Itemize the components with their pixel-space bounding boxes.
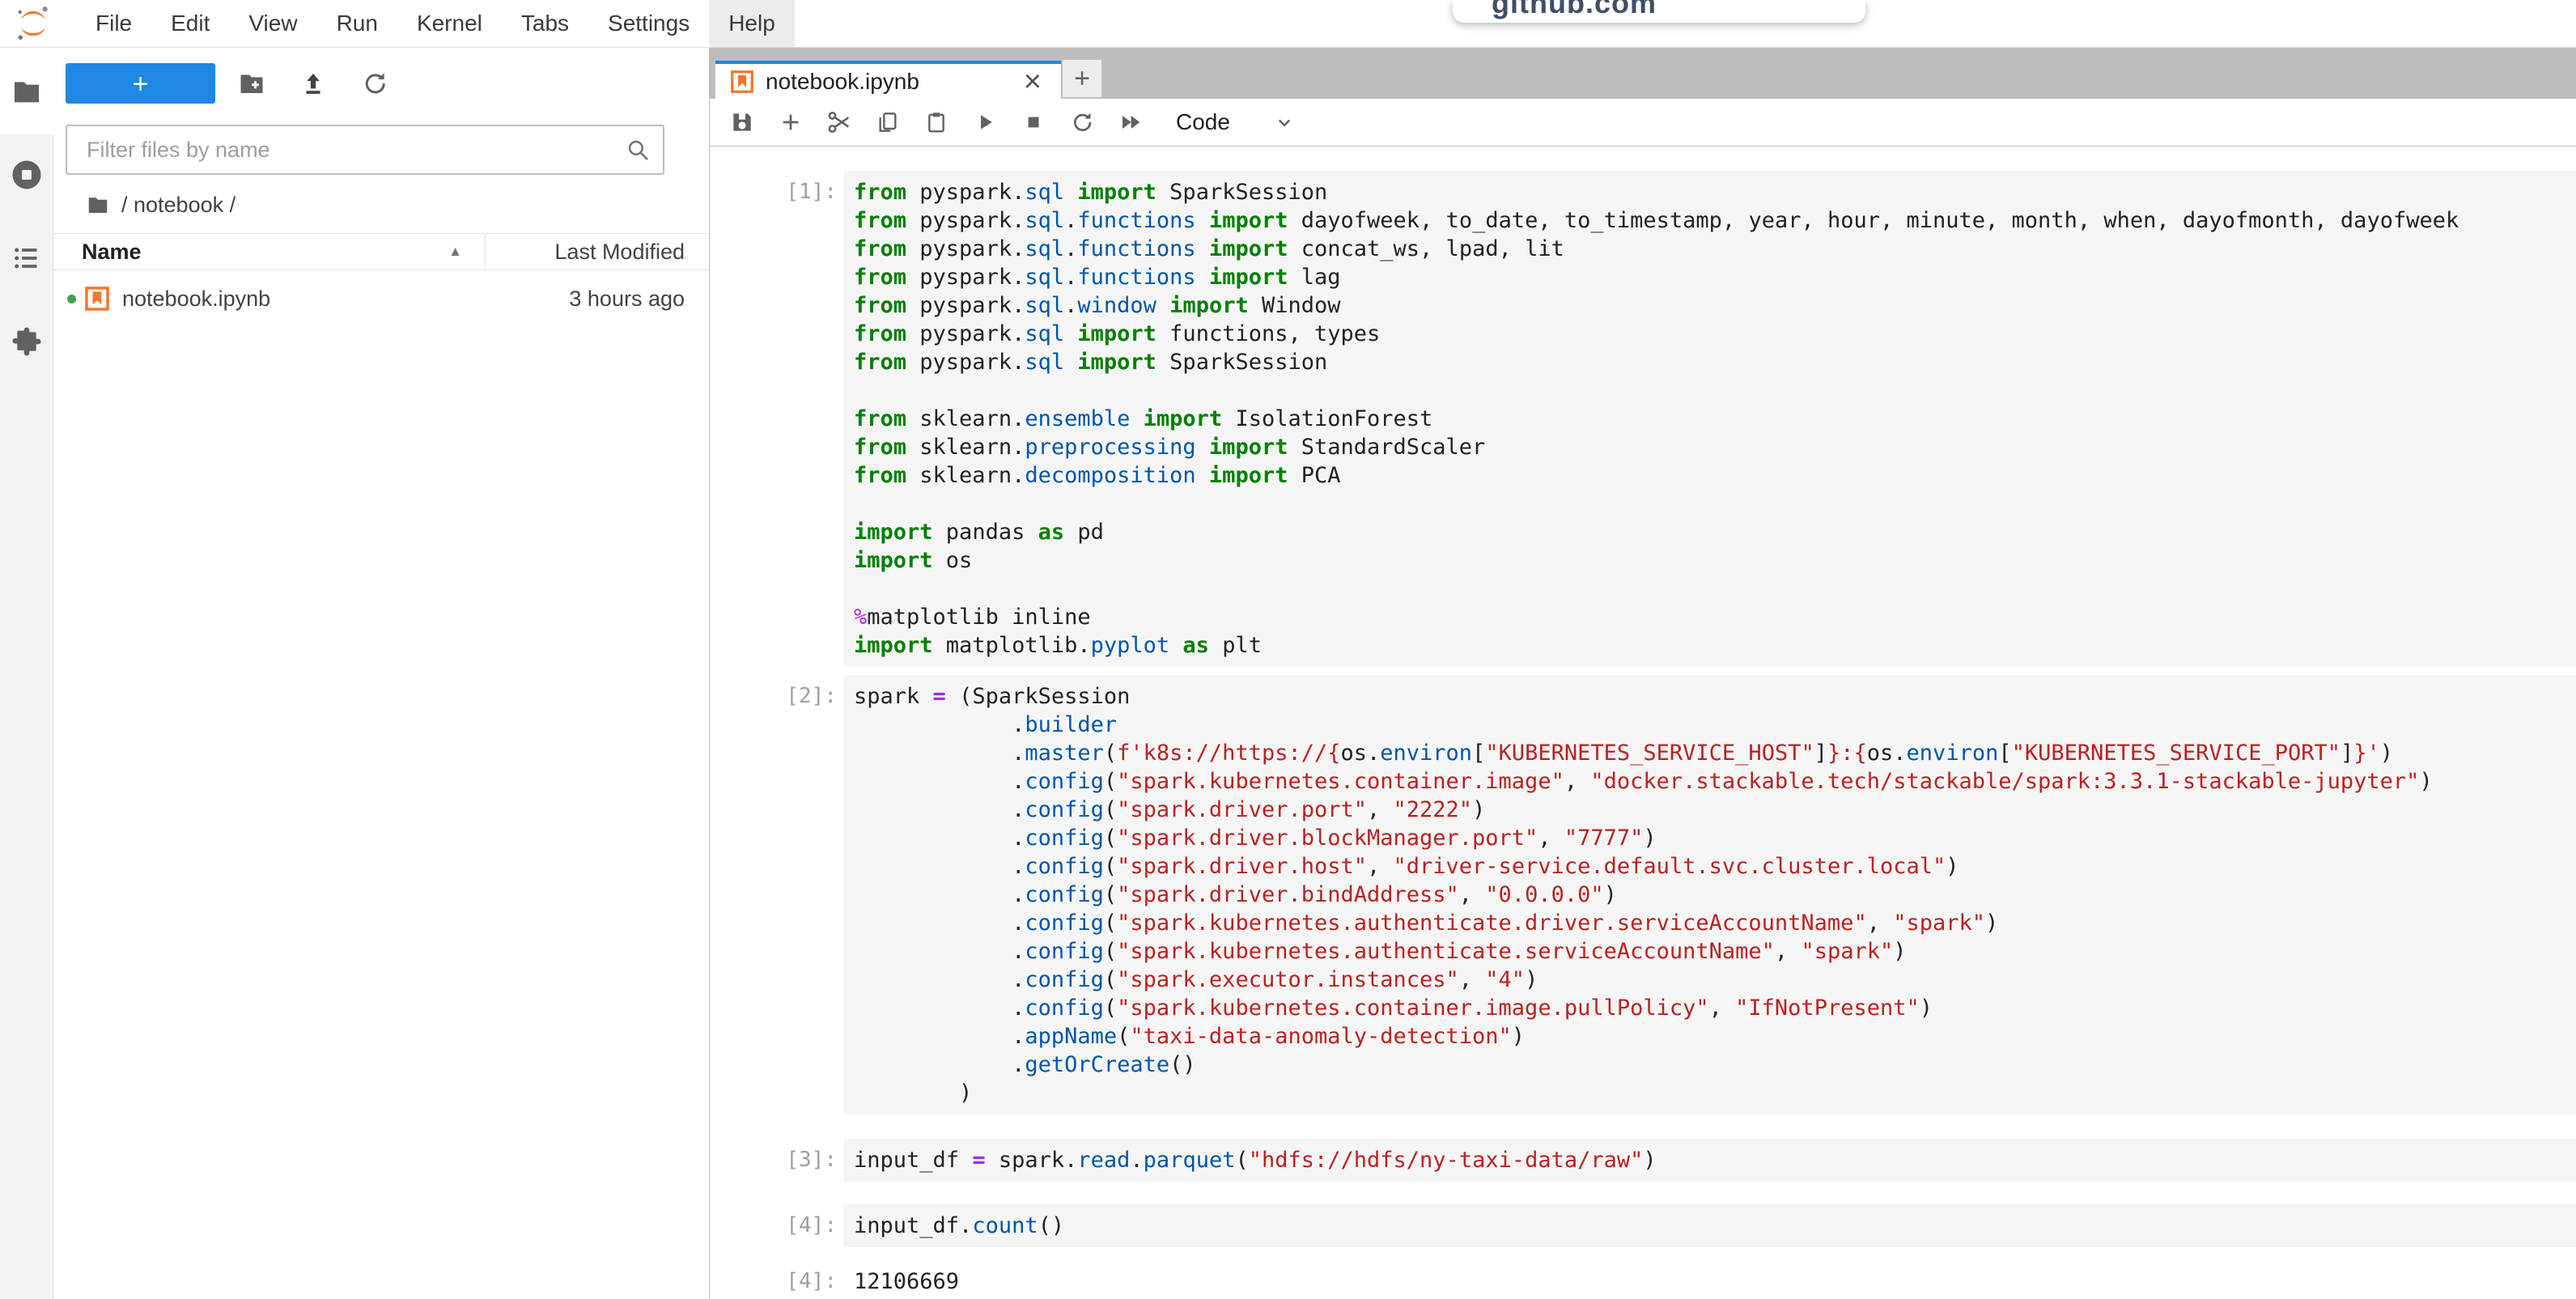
menu-tabs[interactable]: Tabs (502, 0, 588, 47)
paste-button[interactable] (912, 103, 961, 142)
stop-circle-icon (10, 158, 44, 192)
cell-editor[interactable]: input_df = spark.read.parquet("hdfs://hd… (843, 1139, 2576, 1182)
dock-tab-bar: notebook.ipynb × + (710, 48, 2576, 99)
stop-button[interactable] (1009, 103, 1058, 142)
sidebar-tab-toc[interactable] (0, 230, 53, 287)
input-prompt: [4]: (710, 1204, 843, 1240)
column-header-modified[interactable]: Last Modified (486, 240, 685, 265)
code-cell[interactable]: [3]:input_df = spark.read.parquet("hdfs:… (710, 1139, 2576, 1182)
notebook-file-icon (84, 286, 110, 312)
code-cell[interactable]: [2]:spark = (SparkSession .builder .mast… (710, 675, 2576, 1114)
menu-help[interactable]: Help (709, 0, 795, 47)
output-area[interactable]: [4]:12106669 (710, 1260, 2576, 1296)
refresh-icon (360, 69, 389, 98)
sidebar-tab-running[interactable] (0, 146, 53, 203)
list-icon (11, 242, 43, 274)
input-prompt: [2]: (710, 675, 843, 711)
save-button[interactable] (718, 103, 766, 142)
file-browser-panel: + (53, 48, 710, 1299)
upload-icon (299, 70, 327, 97)
restart-icon (1069, 109, 1095, 135)
notebook-content[interactable]: [1]:from pyspark.sql import SparkSession… (710, 146, 2576, 1299)
run-icon (973, 110, 997, 134)
notebook-tab-icon (730, 70, 754, 94)
notebook-toolbar: Code (710, 99, 2576, 146)
breadcrumb[interactable]: / notebook / (86, 191, 709, 219)
file-list-header: Name ▲ Last Modified (53, 233, 709, 270)
file-modified: 3 hours ago (569, 287, 685, 312)
new-launcher-button[interactable]: + (66, 63, 215, 104)
folder-icon (11, 75, 43, 108)
restart-kernel-button[interactable] (1058, 103, 1106, 142)
input-prompt: [3]: (710, 1139, 843, 1174)
upload-button[interactable] (288, 63, 338, 104)
filter-files-input[interactable] (66, 125, 664, 175)
jupyter-logo-icon (15, 0, 52, 47)
paste-icon (923, 109, 949, 135)
output-prompt: [4]: (710, 1260, 843, 1296)
menu-settings[interactable]: Settings (588, 0, 709, 47)
add-cell-button[interactable] (766, 103, 815, 142)
refresh-button[interactable] (350, 63, 400, 104)
puzzle-icon (11, 325, 43, 358)
popup-site-text: github.com (1453, 0, 1865, 20)
input-prompt: [1]: (710, 171, 843, 206)
new-folder-icon (237, 69, 266, 98)
left-sidebar (0, 48, 53, 1299)
close-icon[interactable]: × (1024, 70, 1042, 94)
new-tab-button[interactable]: + (1063, 60, 1101, 97)
file-name: notebook.ipynb (122, 287, 569, 312)
cell-editor[interactable]: input_df.count() (843, 1204, 2576, 1247)
fast-forward-icon (1118, 109, 1144, 135)
file-browser-toolbar: + (66, 62, 709, 104)
column-header-name[interactable]: Name (82, 240, 448, 265)
menu-file[interactable]: File (76, 0, 151, 47)
home-folder-icon[interactable] (86, 193, 110, 217)
menu-view[interactable]: View (229, 0, 316, 47)
browser-popup: github.com (1453, 0, 1865, 23)
sort-ascending-icon[interactable]: ▲ (448, 244, 462, 260)
add-icon (778, 109, 804, 135)
sidebar-tab-extensions[interactable] (0, 313, 53, 370)
plus-icon: + (1074, 63, 1090, 95)
search-icon (624, 136, 651, 163)
cut-icon (825, 108, 853, 136)
file-row[interactable]: notebook.ipynb 3 hours ago (53, 270, 709, 327)
menu-edit[interactable]: Edit (151, 0, 229, 47)
cell-editor[interactable]: spark = (SparkSession .builder .master(f… (843, 675, 2576, 1114)
file-filter (66, 125, 664, 175)
kernel-running-dot (67, 295, 76, 304)
cell-editor[interactable]: from pyspark.sql import SparkSessionfrom… (843, 171, 2576, 667)
output-text[interactable]: 12106669 (843, 1260, 2576, 1296)
code-cell[interactable]: [4]:input_df.count() (710, 1204, 2576, 1247)
copy-icon (875, 109, 901, 135)
menu-bar: File Edit View Run Kernel Tabs Settings … (0, 0, 2576, 48)
cell-type-dropdown[interactable]: Code (1176, 109, 1230, 135)
stop-icon (1022, 111, 1045, 134)
sidebar-tab-file-browser[interactable] (0, 48, 53, 134)
dock-panel: notebook.ipynb × + (710, 48, 2576, 1299)
copy-button[interactable] (864, 103, 912, 142)
new-folder-button[interactable] (227, 63, 277, 104)
tab-notebook[interactable]: notebook.ipynb × (715, 61, 1061, 99)
breadcrumb-path: / notebook / (121, 193, 236, 218)
code-cell[interactable]: [1]:from pyspark.sql import SparkSession… (710, 171, 2576, 667)
menu-run[interactable]: Run (317, 0, 397, 47)
menu-kernel[interactable]: Kernel (397, 0, 502, 47)
run-all-button[interactable] (1106, 103, 1155, 142)
save-icon (729, 109, 755, 135)
run-button[interactable] (961, 103, 1009, 142)
cut-button[interactable] (815, 103, 864, 142)
tab-label: notebook.ipynb (766, 69, 1024, 95)
chevron-down-icon[interactable] (1272, 110, 1296, 134)
